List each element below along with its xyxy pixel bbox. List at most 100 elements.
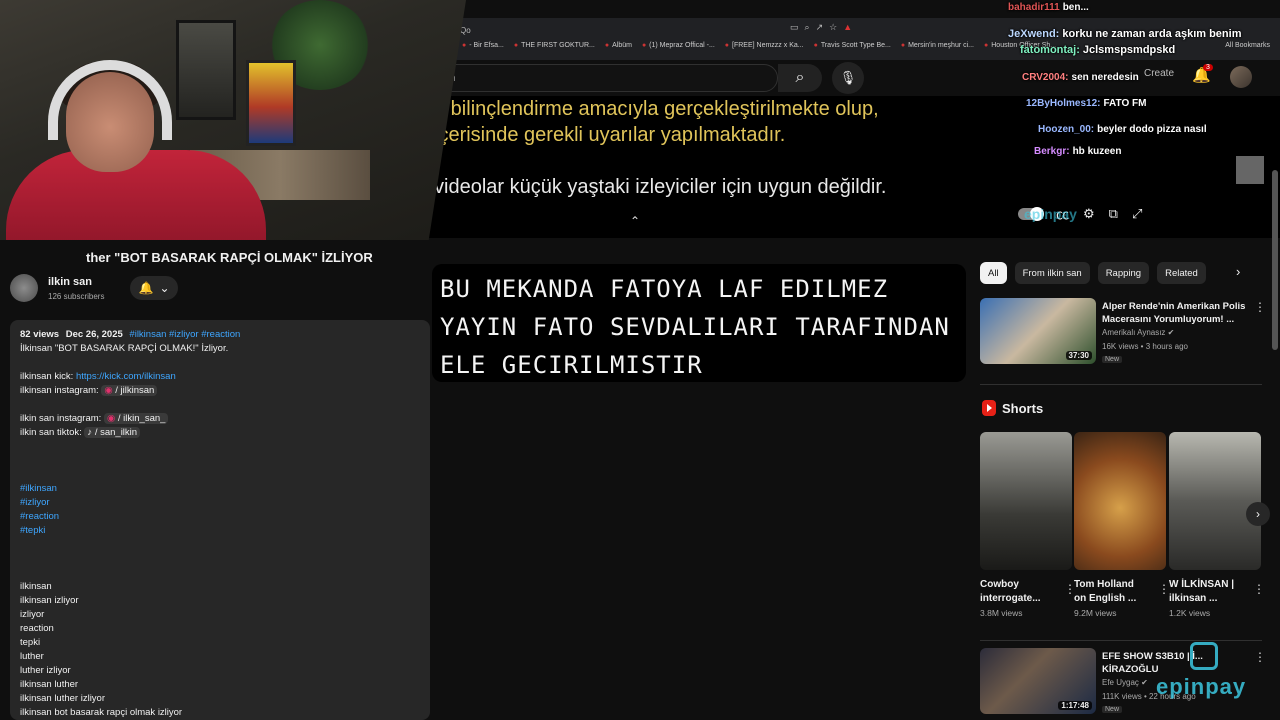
tiktok-line: ilkin san tiktok: ♪ / san_ilkin: [20, 426, 420, 440]
short-title[interactable]: W İLKİNSAN | ilkinsan ...: [1169, 578, 1241, 606]
tiktok-link[interactable]: ♪ / san_ilkin: [84, 427, 141, 438]
extension-icon[interactable]: ▲: [843, 22, 852, 33]
short-title[interactable]: Cowboy interrogate...: [980, 578, 1052, 606]
channel-name[interactable]: ilkin san: [48, 276, 92, 288]
hashtag-link[interactable]: #reaction: [20, 510, 420, 524]
hashtag-link[interactable]: #izliyor: [20, 496, 420, 510]
keyword-line: ilkinsan: [20, 581, 52, 592]
keyword-line: tepki: [20, 637, 41, 648]
instagram-icon: ◉: [104, 385, 113, 396]
video-thumbnail[interactable]: 1:17:48: [980, 648, 1096, 714]
short-item[interactable]: Tom Holland on English ... 9.2M views ⋮: [1074, 432, 1170, 618]
short-thumbnail[interactable]: [1074, 432, 1166, 570]
instagram-link[interactable]: ◉ / jilkinsan: [101, 385, 158, 396]
recommended-video[interactable]: 37:30 Alper Rende'nin Amerikan Polis Mac…: [980, 298, 1270, 368]
shorts-next-button[interactable]: ›: [1246, 502, 1270, 526]
filter-chip-related[interactable]: Related: [1157, 262, 1206, 284]
filter-chip-rapping[interactable]: Rapping: [1097, 262, 1150, 284]
share-icon[interactable]: ↗: [816, 22, 824, 33]
channel-avatar[interactable]: [10, 274, 38, 302]
video-title[interactable]: EFE SHOW S3B10 | İ... KİRAZOĞLU: [1102, 650, 1256, 676]
keyword-line: ilkinsan luther izliyor: [20, 693, 106, 704]
short-thumbnail[interactable]: [1169, 432, 1261, 570]
video-channel[interactable]: Efe Uygaç ✔: [1102, 678, 1148, 687]
wall-poster: [176, 20, 236, 120]
instagram2-link[interactable]: ◉ / ilkin_san_: [103, 413, 169, 424]
video-description[interactable]: 82 views Dec 26, 2025 #ilkinsan #izliyor…: [10, 320, 430, 720]
caption-line: BU MEKANDA FATOYA LAF EDILMEZ: [440, 275, 889, 303]
bookmark-item[interactable]: THE FIRST GOKTUR...: [514, 42, 595, 49]
divider: [980, 384, 1262, 385]
short-thumbnail[interactable]: [980, 432, 1072, 570]
chat-message: Hoozen_00: beyler dodo pizza nasıl: [1038, 124, 1207, 135]
short-item[interactable]: Cowboy interrogate... 3.8M views ⋮: [980, 432, 1076, 618]
bookmark-item[interactable]: Albüm: [605, 42, 632, 49]
chat-message: 12ByHolmes12: FATO FM: [1026, 98, 1147, 109]
sidebar-filter-chips: All From ilkin san Rapping Related: [980, 262, 1206, 284]
short-views: 3.8M views: [980, 608, 1023, 618]
zoom-icon[interactable]: ⌕: [805, 22, 810, 33]
hashtags-top[interactable]: #ilkinsan #izliyor #reaction: [129, 329, 240, 340]
video-stats: 16K views • 3 hours ago: [1102, 342, 1188, 351]
more-options-icon[interactable]: ⋮: [1254, 650, 1266, 664]
address-bar-icons: ▭ ⌕ ↗ ☆ ▲: [790, 22, 852, 33]
short-title[interactable]: Tom Holland on English ...: [1074, 578, 1146, 606]
epinpay-watermark: epinpay: [1156, 674, 1247, 699]
chevron-right-icon[interactable]: ›: [1236, 264, 1240, 279]
short-item[interactable]: W İLKİNSAN | ilkinsan ... 1.2K views ⋮: [1169, 432, 1265, 618]
description-meta: 82 views Dec 26, 2025 #ilkinsan #izliyor…: [20, 329, 241, 340]
keyword-line: izliyor: [20, 609, 45, 620]
tab-icon[interactable]: ▭: [790, 22, 799, 33]
bookmark-item[interactable]: Mersin'in meşhur ci...: [901, 42, 974, 49]
video-thumbnail[interactable]: 37:30: [980, 298, 1096, 364]
subtitle-line-3: videolar küçük yaştaki izleyiciler için …: [434, 176, 887, 198]
search-input[interactable]: ch: [434, 64, 778, 92]
chat-message: bahadir111 ben...: [1008, 2, 1089, 13]
bookmarks-bar: - Bir Efsa... THE FIRST GOKTUR... Albüm …: [462, 42, 1056, 49]
short-views: 1.2K views: [1169, 608, 1211, 618]
epinpay-watermark-small: epinpay: [1024, 206, 1077, 222]
headphones: [48, 60, 172, 140]
search-button[interactable]: ⌕: [778, 64, 822, 92]
star-icon[interactable]: ☆: [829, 22, 837, 33]
miniplayer-icon[interactable]: ⧉: [1109, 206, 1118, 222]
sidebar-scrollbar[interactable]: [1272, 170, 1278, 350]
chat-message: CRV2004: sen neredesin: [1022, 72, 1139, 83]
hashtag-link[interactable]: #tepki: [20, 524, 420, 538]
microphone-icon: 🎙: [839, 70, 857, 85]
keyword-line: ilkinsan luther: [20, 679, 79, 690]
keyword-line: luther izliyor: [20, 665, 71, 676]
spiderman-poster: [246, 60, 296, 146]
divider: [980, 640, 1262, 641]
video-channel[interactable]: Amerikalı Aynasız ✔: [1102, 328, 1174, 337]
more-options-icon[interactable]: ⋮: [1253, 582, 1265, 596]
video-duration: 37:30: [1065, 351, 1092, 360]
bookmark-item[interactable]: - Bir Efsa...: [462, 42, 504, 49]
kick-link[interactable]: https://kick.com/ilkinsan: [76, 371, 176, 382]
chevron-up-icon[interactable]: ⌃: [630, 214, 640, 228]
streamer-webcam: [0, 0, 466, 240]
subscription-bell-button[interactable]: 🔔 ⌄: [130, 276, 178, 300]
chevron-right-icon: ›: [1256, 507, 1260, 521]
settings-gear-icon[interactable]: ⚙: [1083, 206, 1095, 222]
video-title[interactable]: Alper Rende'nin Amerikan Polis Macerasın…: [1102, 300, 1256, 326]
kick-line: ilkinsan kick: https://kick.com/ilkinsan: [20, 371, 176, 382]
tiktok-icon: ♪: [87, 427, 93, 438]
hashtag-link[interactable]: #ilkinsan: [20, 482, 420, 496]
filter-chip-channel[interactable]: From ilkin san: [1014, 262, 1090, 284]
keyword-line: ilkinsan izliyor: [20, 595, 79, 606]
more-options-icon[interactable]: ⋮: [1254, 300, 1266, 314]
search-icon: ⌕: [795, 69, 805, 86]
filter-chip-all[interactable]: All: [980, 262, 1007, 284]
video-title: ther "BOT BASARAK RAPÇİ OLMAK" İZLİYOR: [86, 250, 373, 265]
bookmark-item[interactable]: [FREE] Nemzzz x Ka...: [725, 42, 804, 49]
channel-row: ilkin san 126 subscribers 🔔 ⌄: [10, 272, 410, 308]
new-badge: New: [1102, 706, 1123, 713]
voice-search-button[interactable]: 🎙: [832, 62, 864, 94]
chat-message: JeXwend: korku ne zaman arda aşkım benim: [1008, 28, 1242, 40]
bookmark-item[interactable]: Travis Scott Type Be...: [814, 42, 891, 49]
bookmark-item[interactable]: (1) Mepraz Offical -...: [642, 42, 715, 49]
fullscreen-icon[interactable]: ⤢: [1132, 206, 1142, 222]
verified-icon: ✔: [1167, 328, 1175, 337]
description-line: İlkinsan "BOT BASARAK RAPÇİ OLMAK!" İzli…: [20, 343, 229, 354]
